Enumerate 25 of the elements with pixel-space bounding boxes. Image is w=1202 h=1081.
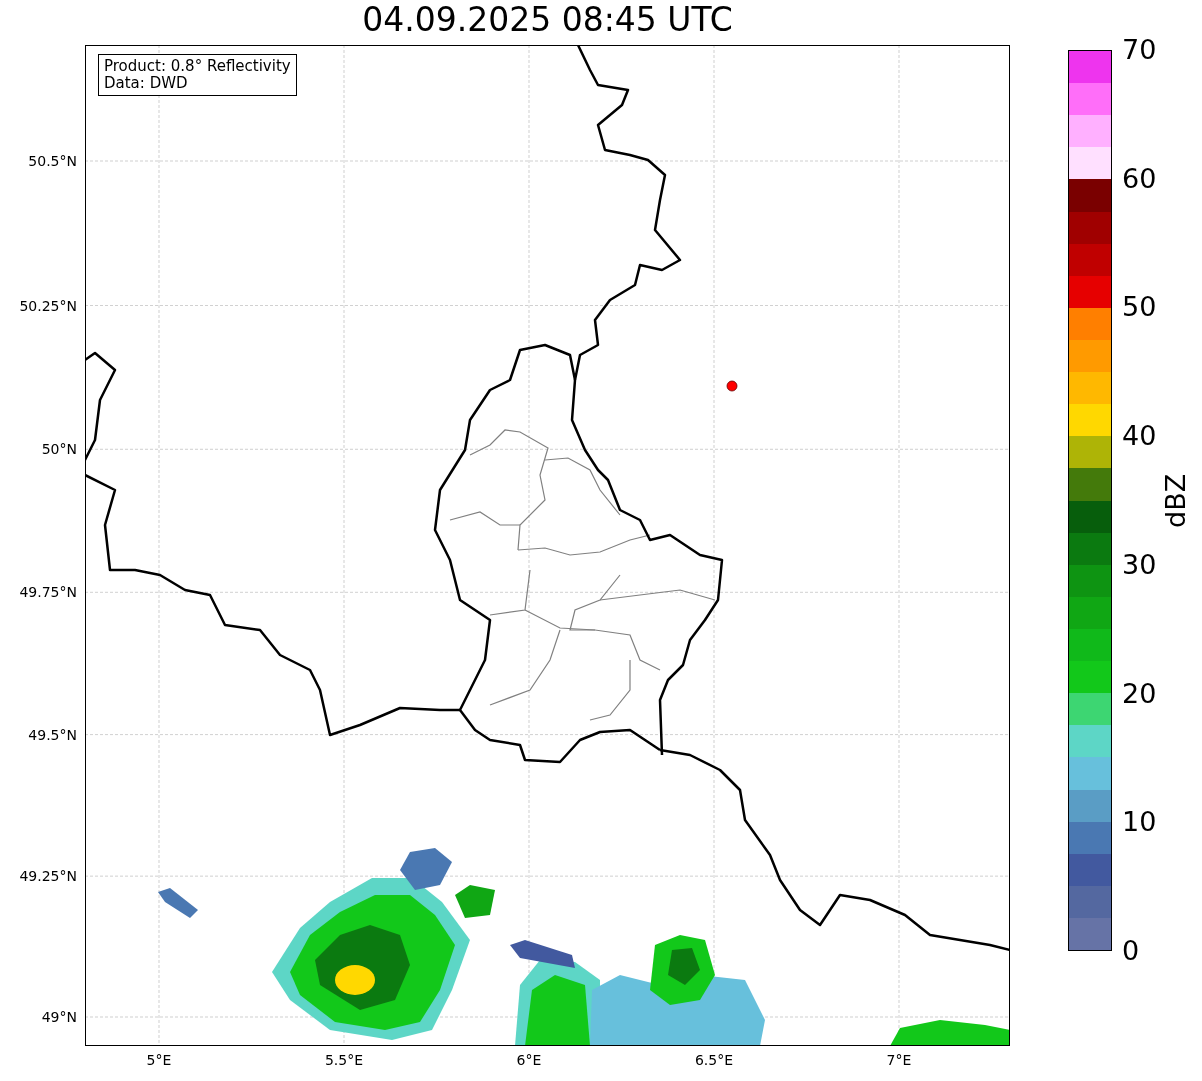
axis-tick-label: 6.5°E [694, 1052, 734, 1068]
colorbar-tick-label: 20 [1122, 678, 1157, 709]
colorbar-tick-label: 40 [1122, 421, 1157, 452]
axis-tick-label: 49.75°N [19, 584, 77, 601]
info-text: Product: 0.8° Reflectivity [104, 58, 291, 75]
axis-tick-label: 50.25°N [19, 297, 77, 314]
colorbar-tick-label: 70 [1122, 35, 1157, 65]
axis-tick-label: 50°N [41, 441, 77, 458]
colorbar-tick-label: 50 [1122, 292, 1157, 323]
radar-site-marker [726, 380, 738, 392]
axis-tick-label: 49.5°N [28, 726, 77, 743]
axis-tick-label: 49°N [41, 1009, 77, 1025]
info-text: Data: DWD [104, 75, 189, 92]
colorbar-tick-label: 10 [1122, 807, 1157, 838]
colorbar-label: dBZ [1160, 473, 1192, 528]
colorbar-tick-label: 30 [1122, 549, 1157, 580]
axis-tick-label: 6°E [516, 1052, 542, 1068]
axis-tick-label: 5.5°E [324, 1052, 364, 1068]
axis-tick-label: 50.5°N [28, 153, 77, 169]
axis-tick-label: 7°E [886, 1052, 912, 1068]
axis-tick-label: 5°E [146, 1052, 172, 1068]
chart-title: 04.09.2025 08:45 UTC [361, 0, 734, 41]
axis-tick-label: 49.25°N [19, 868, 77, 885]
colorbar-tick-label: 60 [1122, 163, 1157, 194]
colorbar-tick-label: 0 [1122, 936, 1140, 966]
